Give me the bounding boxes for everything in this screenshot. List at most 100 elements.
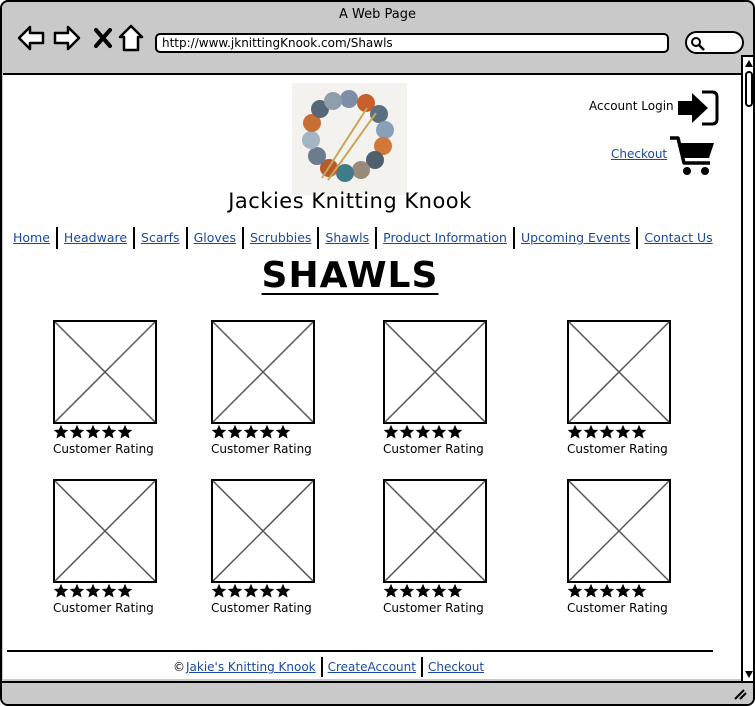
forward-arrow-icon[interactable] bbox=[52, 24, 82, 52]
nav-item-shawls[interactable]: Shawls bbox=[319, 227, 375, 249]
customer-rating-label: Customer Rating bbox=[53, 442, 154, 456]
site-title: Jackies Knitting Knook bbox=[228, 189, 472, 213]
product-card[interactable]: Customer Rating bbox=[53, 320, 183, 460]
scrollbar-thumb[interactable] bbox=[745, 71, 753, 107]
product-card[interactable]: Customer Rating bbox=[211, 320, 341, 460]
star-icon bbox=[85, 583, 101, 598]
nav-item-gloves[interactable]: Gloves bbox=[188, 227, 242, 249]
account-login-label[interactable]: Account Login bbox=[589, 99, 674, 113]
product-card[interactable]: Customer Rating bbox=[53, 479, 183, 619]
customer-rating-label: Customer Rating bbox=[567, 601, 668, 615]
star-icon bbox=[599, 583, 615, 598]
copyright-symbol: © bbox=[173, 660, 185, 674]
product-card[interactable]: Customer Rating bbox=[567, 320, 697, 460]
customer-rating-label: Customer Rating bbox=[211, 442, 312, 456]
star-icon bbox=[243, 424, 259, 439]
customer-rating-label: Customer Rating bbox=[211, 601, 312, 615]
page-heading-text: SHAWLS bbox=[261, 255, 439, 296]
nav-item-scarfs[interactable]: Scarfs bbox=[135, 227, 186, 249]
star-icon bbox=[101, 424, 117, 439]
checkout-link[interactable]: Checkout bbox=[611, 147, 667, 161]
star-rating-icon bbox=[567, 424, 647, 439]
scroll-down-arrow-icon[interactable] bbox=[744, 669, 754, 679]
star-icon bbox=[211, 583, 227, 598]
browser-window: A Web Page http://www.jknittingKnook.com… bbox=[0, 0, 755, 706]
star-rating-icon bbox=[211, 583, 291, 598]
shopping-cart-icon[interactable] bbox=[668, 135, 716, 181]
star-icon bbox=[117, 583, 133, 598]
nav-item-product-information[interactable]: Product Information bbox=[377, 227, 513, 249]
search-input[interactable] bbox=[685, 31, 744, 54]
main-nav-menu: Home Headware Scarfs Gloves Scrubbies Sh… bbox=[11, 225, 719, 251]
star-icon bbox=[69, 583, 85, 598]
star-icon bbox=[431, 424, 447, 439]
star-icon bbox=[85, 424, 101, 439]
star-icon bbox=[631, 424, 647, 439]
product-card[interactable]: Customer Rating bbox=[383, 479, 513, 619]
star-rating-icon bbox=[53, 583, 133, 598]
star-icon bbox=[53, 424, 69, 439]
star-icon bbox=[567, 424, 583, 439]
product-card[interactable]: Customer Rating bbox=[567, 479, 697, 619]
customer-rating-label: Customer Rating bbox=[567, 442, 668, 456]
star-icon bbox=[69, 424, 85, 439]
star-icon bbox=[275, 583, 291, 598]
star-icon bbox=[399, 583, 415, 598]
product-image-placeholder[interactable] bbox=[567, 479, 671, 583]
vertical-scrollbar[interactable] bbox=[741, 55, 754, 681]
product-image-placeholder[interactable] bbox=[211, 320, 315, 424]
product-image-placeholder[interactable] bbox=[383, 479, 487, 583]
site-logo bbox=[292, 83, 407, 195]
footer-link-home[interactable]: Jakie's Knitting Knook bbox=[186, 660, 321, 674]
product-image-placeholder[interactable] bbox=[53, 479, 157, 583]
search-icon bbox=[691, 37, 705, 51]
star-icon bbox=[275, 424, 291, 439]
nav-item-upcoming-events[interactable]: Upcoming Events bbox=[515, 227, 636, 249]
product-image-placeholder[interactable] bbox=[567, 320, 671, 424]
star-icon bbox=[583, 424, 599, 439]
star-icon bbox=[227, 583, 243, 598]
star-icon bbox=[399, 424, 415, 439]
star-icon bbox=[383, 424, 399, 439]
back-arrow-icon[interactable] bbox=[16, 24, 46, 52]
star-icon bbox=[117, 424, 133, 439]
status-bar bbox=[2, 681, 753, 704]
star-rating-icon bbox=[211, 424, 291, 439]
star-rating-icon bbox=[53, 424, 133, 439]
scroll-up-arrow-icon[interactable] bbox=[744, 59, 754, 69]
star-icon bbox=[101, 583, 117, 598]
window-title: A Web Page bbox=[339, 7, 416, 22]
login-icon[interactable] bbox=[676, 89, 720, 131]
product-card[interactable]: Customer Rating bbox=[211, 479, 341, 619]
star-icon bbox=[447, 583, 463, 598]
stop-icon[interactable] bbox=[93, 27, 113, 49]
nav-item-contact-us[interactable]: Contact Us bbox=[638, 227, 718, 249]
star-rating-icon bbox=[567, 583, 647, 598]
nav-item-home[interactable]: Home bbox=[11, 227, 56, 249]
star-icon bbox=[631, 583, 647, 598]
product-image-placeholder[interactable] bbox=[211, 479, 315, 583]
page-viewport: Account Login Checkout Jackies Knitting … bbox=[3, 73, 741, 679]
star-rating-icon bbox=[383, 583, 463, 598]
star-icon bbox=[259, 583, 275, 598]
star-icon bbox=[431, 583, 447, 598]
star-icon bbox=[447, 424, 463, 439]
star-icon bbox=[259, 424, 275, 439]
resize-grip-icon[interactable] bbox=[733, 688, 747, 700]
star-icon bbox=[583, 583, 599, 598]
star-icon bbox=[227, 424, 243, 439]
product-card[interactable]: Customer Rating bbox=[383, 320, 513, 460]
nav-item-scrubbies[interactable]: Scrubbies bbox=[244, 227, 317, 249]
star-icon bbox=[599, 424, 615, 439]
home-icon[interactable] bbox=[118, 24, 144, 52]
footer-link-create-account[interactable]: CreateAccount bbox=[323, 660, 421, 674]
product-image-placeholder[interactable] bbox=[383, 320, 487, 424]
star-rating-icon bbox=[383, 424, 463, 439]
nav-item-headware[interactable]: Headware bbox=[58, 227, 133, 249]
footer-link-checkout[interactable]: Checkout bbox=[423, 660, 489, 674]
customer-rating-label: Customer Rating bbox=[53, 601, 154, 615]
customer-rating-label: Customer Rating bbox=[383, 442, 484, 456]
product-image-placeholder[interactable] bbox=[53, 320, 157, 424]
star-icon bbox=[615, 424, 631, 439]
address-bar[interactable]: http://www.jknittingKnook.com/Shawls bbox=[155, 33, 669, 53]
